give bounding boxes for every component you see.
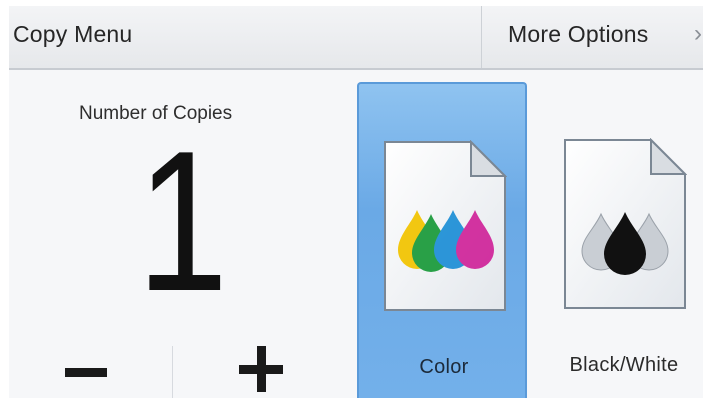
black-white-mode-button[interactable]: Black/White — [539, 82, 703, 398]
color-ink-drops-icon — [384, 140, 507, 311]
more-options-button[interactable]: More Options › — [481, 6, 703, 68]
stepper-divider — [172, 346, 173, 398]
minus-icon — [65, 368, 107, 377]
header-bar: Copy Menu More Options › — [9, 6, 703, 70]
chevron-right-icon: › — [694, 20, 702, 47]
black-white-mode-label: Black/White — [569, 354, 679, 376]
decrease-copies-button[interactable] — [61, 350, 121, 394]
color-mode-label: Color — [419, 356, 469, 378]
page-title: Copy Menu — [13, 21, 133, 47]
copies-count: 1 — [136, 110, 229, 333]
more-options-label: More Options — [508, 21, 649, 47]
increase-copies-button[interactable] — [231, 342, 291, 398]
copy-screen: Copy Menu More Options › Number of Copie… — [9, 6, 703, 398]
color-mode-button[interactable]: Color — [357, 82, 527, 398]
black-ink-drops-icon — [564, 138, 687, 309]
